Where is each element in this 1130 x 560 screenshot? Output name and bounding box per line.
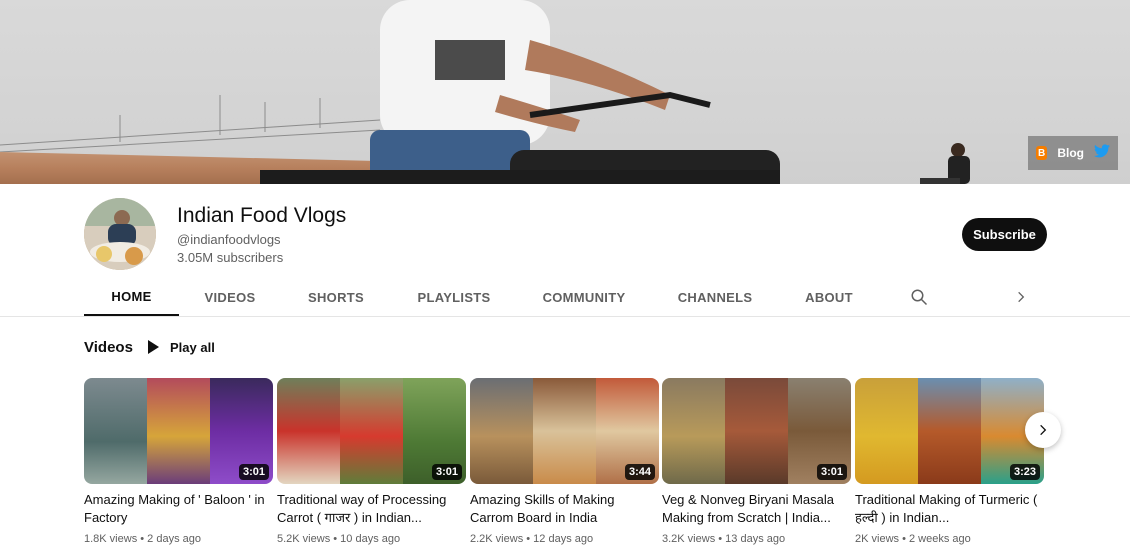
channel-banner: B Blog [0,0,1130,184]
video-views: 5.2K views [277,533,331,545]
play-all-label: Play all [170,339,215,355]
video-duration: 3:01 [238,464,269,480]
subscriber-count: 3.05M subscribers [177,250,284,265]
play-all-button[interactable]: Play all [146,337,215,357]
video-title[interactable]: Amazing Skills of Making Carrom Board in… [470,491,659,527]
tab-channels[interactable]: CHANNELS [675,278,755,316]
banner-rider [260,0,780,184]
video-card[interactable]: 3:01 Veg & Nonveg Biryani Masala Making … [662,378,851,545]
tab-community[interactable]: COMMUNITY [538,278,630,316]
tab-videos[interactable]: VIDEOS [194,278,266,316]
video-card[interactable]: 3:44 Amazing Skills of Making Carrom Boa… [470,378,659,545]
video-duration: 3:23 [1009,464,1040,480]
channel-handle: @indianfoodvlogs [177,232,281,247]
section-title: Videos [84,339,133,356]
avatar-image [84,198,156,270]
video-thumbnail[interactable]: 3:01 [662,378,851,484]
banner-links: B Blog [1028,136,1118,170]
video-title[interactable]: Veg & Nonveg Biryani Masala Making from … [662,491,851,527]
tab-about[interactable]: ABOUT [802,278,856,316]
video-meta: 2K views • 2 weeks ago [855,533,971,545]
tab-shorts[interactable]: SHORTS [302,278,370,316]
video-age: 10 days ago [340,533,401,545]
video-thumbnail[interactable]: 3:01 [277,378,466,484]
tab-home[interactable]: HOME [84,278,179,316]
video-meta: 3.2K views • 13 days ago [662,533,786,545]
video-title[interactable]: Traditional Making of Turmeric ( हल्दी )… [855,491,1044,527]
video-age: 12 days ago [533,533,594,545]
video-card[interactable]: 3:01 Traditional way of Processing Carro… [277,378,466,545]
channel-avatar[interactable] [84,198,156,270]
video-thumbnail[interactable]: 3:44 [470,378,659,484]
banner-distant-rider [920,143,970,184]
carousel-next-button[interactable] [1025,412,1061,448]
tabs-divider [0,316,1130,317]
chevron-right-icon [1040,424,1047,436]
play-icon [148,340,159,354]
video-card[interactable]: 3:01 Amazing Making of ' Baloon ' in Fac… [84,378,273,545]
video-views: 2K views [855,533,900,545]
video-duration: 3:01 [431,464,462,480]
video-views: 1.8K views [84,533,138,545]
video-title[interactable]: Traditional way of Processing Carrot ( ग… [277,491,466,527]
video-title[interactable]: Amazing Making of ' Baloon ' in Factory [84,491,273,527]
video-age: 2 weeks ago [909,533,971,545]
video-thumbnail[interactable]: 3:23 [855,378,1044,484]
channel-tabs: HOME VIDEOS SHORTS PLAYLISTS COMMUNITY C… [84,278,1044,316]
tab-playlists[interactable]: PLAYLISTS [410,278,498,316]
video-meta: 1.8K views • 2 days ago [84,533,201,545]
tabs-scroll-right-icon[interactable] [1009,278,1033,316]
video-meta: 2.2K views • 12 days ago [470,533,594,545]
video-views: 3.2K views [662,533,716,545]
search-icon[interactable] [904,278,934,316]
twitter-icon[interactable] [1094,143,1110,163]
video-duration: 3:44 [624,464,655,480]
video-meta: 5.2K views • 10 days ago [277,533,401,545]
blogger-icon[interactable]: B [1036,146,1048,160]
video-thumbnail[interactable]: 3:01 [84,378,273,484]
video-age: 2 days ago [147,533,201,545]
video-card[interactable]: 3:23 Traditional Making of Turmeric ( हल… [855,378,1044,545]
blog-link[interactable]: Blog [1057,146,1084,160]
channel-name: Indian Food Vlogs [177,204,347,227]
video-views: 2.2K views [470,533,524,545]
video-age: 13 days ago [725,533,786,545]
subscribe-button[interactable]: Subscribe [962,218,1047,251]
video-duration: 3:01 [816,464,847,480]
